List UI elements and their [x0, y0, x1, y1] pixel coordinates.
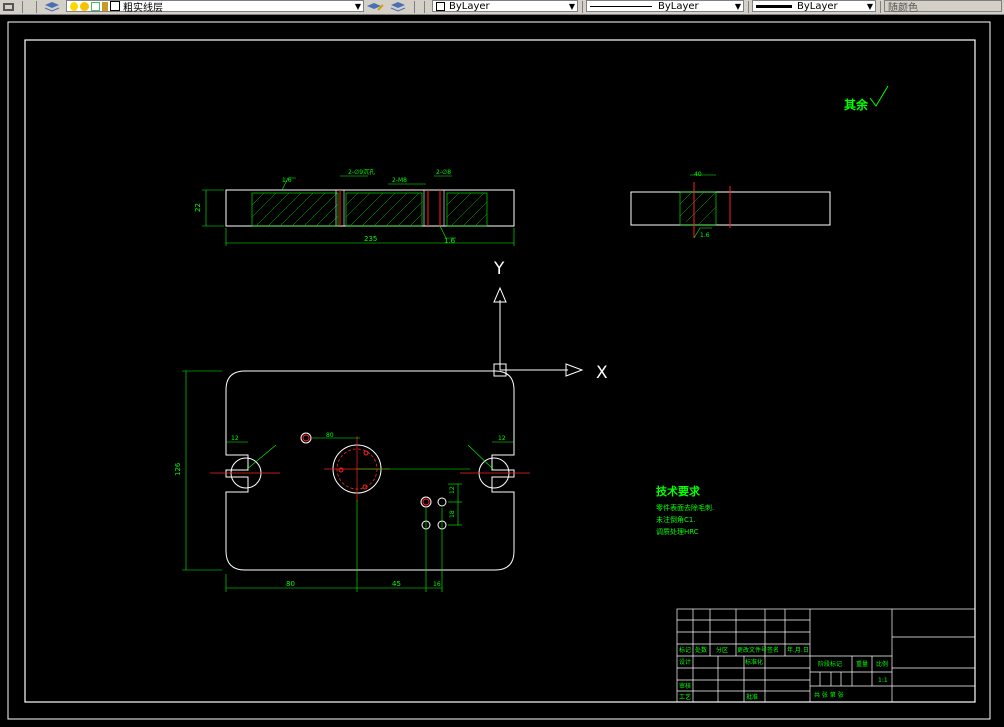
lock-icon[interactable]: [102, 1, 108, 11]
layer-previous-icon[interactable]: [390, 0, 406, 13]
title-block-text: 标记 处数 分区 更改文件号 签名 年.月.日 设计 标准化 审核 工艺 批准 …: [679, 646, 888, 701]
tb-label: 工艺: [679, 693, 691, 701]
tech-line-1: 零件表面去除毛刺.: [656, 503, 714, 512]
dim-right-v1: 12: [449, 486, 456, 494]
roughness-value-right: 1.6: [444, 237, 456, 245]
plotstyle-dropdown[interactable]: 随颜色: [884, 0, 1002, 14]
linetype-dropdown[interactable]: ByLayer ▼: [586, 0, 744, 12]
tb-label: 年.月.日: [787, 646, 809, 654]
chevron-down-icon[interactable]: ▼: [867, 2, 873, 11]
color-value: ByLayer: [449, 0, 490, 12]
linetype-value: ByLayer: [658, 0, 699, 12]
tb-label: 更改文件号: [737, 646, 767, 654]
axis-x-label: X: [596, 363, 608, 383]
top-view: 126 80 45 16 12 12 12 18 80: [174, 370, 530, 592]
tech-line-3: 调质处理HRC: [656, 527, 699, 536]
title-block: [676, 608, 976, 703]
technical-requirements: 技术要求 零件表面去除毛刺. 未注倒角C1. 调质处理HRC: [656, 484, 714, 536]
tb-label: 重量: [856, 660, 868, 668]
dim-bottom-c: 16: [433, 581, 441, 588]
tb-label: 标记: [679, 646, 691, 654]
dim-height: 126: [174, 462, 182, 476]
cad-drawing: 其余 22 235 2-∅9沉孔 2-M8 2-∅8 1.6 1.6 40 1.…: [7, 21, 991, 720]
layer-color-swatch: [110, 1, 120, 11]
tb-label: 阶段标记: [818, 660, 842, 668]
roughness-symbol: [869, 85, 889, 107]
sun-icon[interactable]: [80, 1, 89, 11]
front-view-outline: [225, 189, 515, 227]
tb-label: 处数: [695, 646, 707, 654]
side-hatch-region: [679, 191, 717, 226]
roughness-value-side: 1.6: [700, 232, 710, 239]
drawing-canvas[interactable]: 其余 22 235 2-∅9沉孔 2-M8 2-∅8 1.6 1.6 40 1.…: [0, 14, 1004, 723]
outer-frame: [7, 21, 991, 720]
tb-scale: 1:1: [878, 677, 888, 684]
lineweight-dropdown[interactable]: ByLayer ▼: [752, 0, 876, 12]
tb-label: 签名: [767, 646, 779, 654]
roughness-value-left: 1.6: [282, 177, 292, 184]
dim-thickness: 22: [194, 203, 202, 212]
tech-line-2: 未注倒角C1.: [656, 515, 696, 524]
layers-stack-icon[interactable]: [44, 0, 60, 13]
ucs-icon: Y X: [493, 259, 608, 383]
toolbar-separator: [36, 1, 37, 13]
dim-slot-left: 12: [231, 435, 239, 442]
layer-name: 粗实线层: [123, 2, 163, 14]
tech-title: 技术要求: [656, 484, 701, 498]
properties-toolbar: 粗实线层 ▼ ByLayer ▼ ByLayer ▼ ByLayer ▼ 随颜色: [0, 0, 1004, 15]
hatch-region: [345, 192, 423, 227]
plotstyle-value: 随颜色: [888, 2, 918, 14]
color-swatch: [436, 1, 445, 11]
axis-y-label: Y: [493, 259, 505, 279]
dim-bottom-b: 45: [392, 580, 401, 588]
toolbar-separator: [22, 1, 23, 13]
tb-sheet: 共 张 第 张: [814, 691, 844, 699]
roughness-note: 其余: [844, 85, 889, 112]
freeze-viewport-icon[interactable]: [91, 1, 100, 11]
chevron-down-icon[interactable]: ▼: [355, 2, 361, 11]
tb-label: 设计: [679, 658, 691, 666]
tb-label: 审核: [679, 682, 691, 690]
roughness-note-text: 其余: [844, 97, 869, 112]
make-object-layer-current-icon[interactable]: [366, 0, 384, 13]
lightbulb-icon[interactable]: [70, 1, 78, 11]
lineweight-value: ByLayer: [797, 0, 838, 12]
tb-label: 比例: [876, 660, 888, 668]
chevron-down-icon[interactable]: ▼: [735, 2, 741, 11]
plate-outline: [225, 370, 515, 571]
hatch-region: [446, 192, 488, 227]
tb-label: 标准化: [745, 658, 763, 666]
toolbar-separator: [414, 1, 415, 13]
side-view: 40 1.6: [630, 171, 831, 239]
linetype-preview: [590, 5, 652, 7]
toolbar-separator: [582, 1, 583, 13]
color-dropdown[interactable]: ByLayer ▼: [432, 0, 578, 12]
dim-side: 40: [694, 171, 702, 178]
dim-hole: 80: [326, 432, 334, 439]
dim-slot-right: 12: [498, 435, 506, 442]
toolbar-separator: [880, 1, 881, 13]
chevron-down-icon[interactable]: ▼: [569, 2, 575, 11]
layer-manager-icon[interactable]: [2, 0, 16, 13]
toolbar-separator: [424, 1, 425, 13]
tb-label: 批准: [746, 693, 758, 701]
dim-overall-width: 235: [364, 235, 377, 243]
dim-label-thread: 2-M8: [392, 177, 407, 184]
dim-label-holes: 2-∅9沉孔: [348, 168, 375, 176]
toolbar-separator: [748, 1, 749, 13]
dim-label-pin: 2-∅8: [436, 169, 451, 176]
tb-label: 分区: [716, 646, 728, 654]
lineweight-preview: [756, 4, 792, 8]
hatch-region: [251, 192, 339, 227]
dim-right-v2: 18: [449, 510, 456, 518]
front-view: 22 235 2-∅9沉孔 2-M8 2-∅8 1.6 1.6: [194, 168, 515, 246]
dim-bottom-a: 80: [286, 580, 295, 588]
layer-dropdown[interactable]: 粗实线层 ▼: [66, 0, 364, 14]
